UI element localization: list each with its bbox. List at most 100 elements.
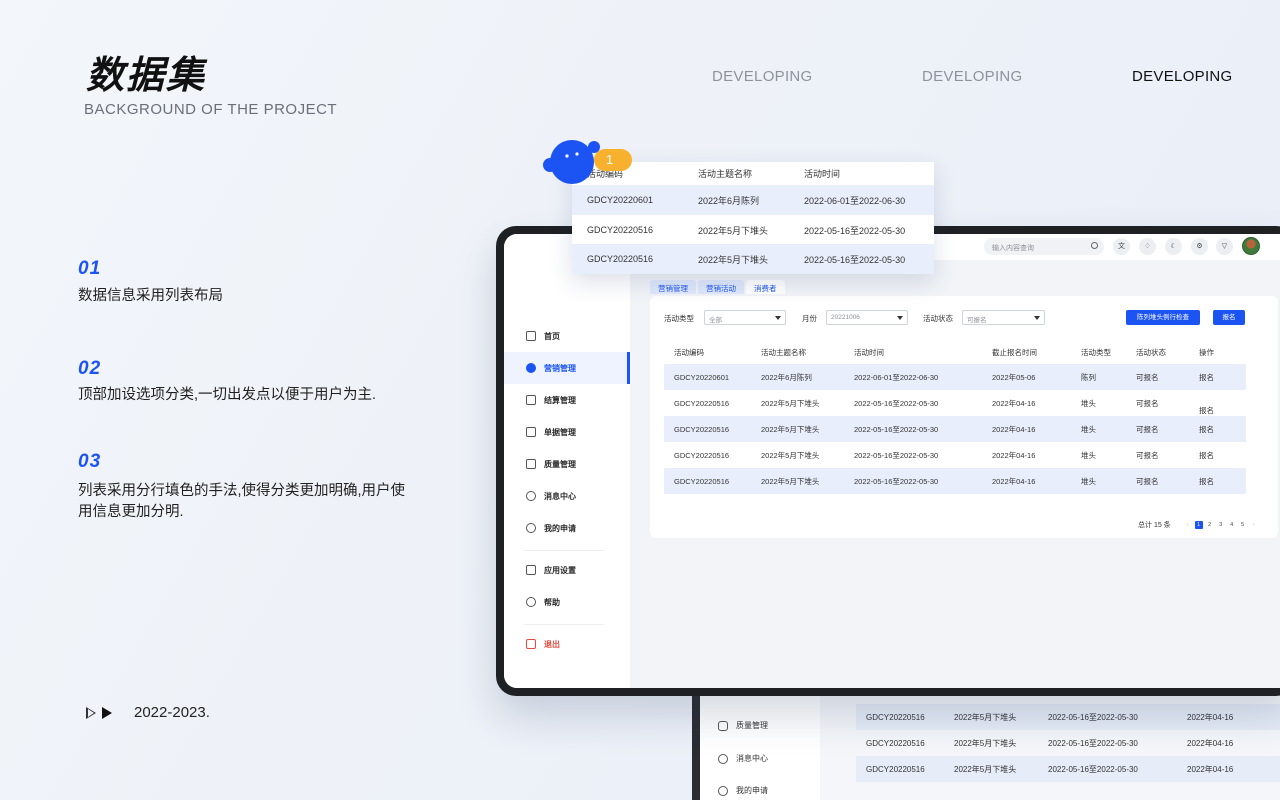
table-row[interactable]: GDCY20220516 2022年5月下堆头 2022-05-16至2022-… [664,390,1246,416]
page-button[interactable]: 1 [1194,521,1203,529]
nav-item-2[interactable]: DEVELOPING [922,68,1023,85]
filter-bar: 活动类型 全部 月份 20221006 活动状态 可报名 陈列堆头例行检查 报名 [664,310,1264,326]
sidebar-item-help[interactable]: 帮助 [504,586,630,618]
table-row[interactable]: GDCY20220516 2022年5月下堆头 2022-05-16至2022-… [664,468,1246,494]
activity-status-label: 活动状态 [923,314,953,323]
nav-item-3-active[interactable]: DEVELOPING [1132,68,1233,85]
message-icon [718,753,728,764]
sidebar-item-logout[interactable]: 退出 [504,628,630,660]
point-text-2: 顶部加设选项分类,一切出发点以便于用户为主. [78,387,377,403]
nav-item-1[interactable]: DEVELOPING [712,68,813,85]
table-row[interactable]: GDCY20220516 2022年5月下堆头 2022-05-16至2022-… [664,416,1246,442]
back-table: GDCY20220516 2022年5月下堆头 2022-05-16至2022-… [856,704,1280,782]
message-icon [526,491,536,501]
table-row[interactable]: GDCY20220516 2022年5月下堆头 2022-05-16至2022-… [856,756,1280,782]
row-signup-link[interactable]: 报名 [1199,476,1239,487]
sidebar-divider [524,624,604,625]
activity-table: 活动编码 活动主题名称 活动时间 截止报名时间 活动类型 活动状态 操作 GDC… [664,340,1246,494]
tablet-screen: 输入内容查询 文 ♢ ☾ ⚙ ▽ 首页 营销管理 结算管理 单据管理 质量管理 … [504,234,1280,688]
pie-chart-icon [526,363,536,373]
sidebar-item-settlement[interactable]: 结算管理 [504,384,630,416]
shirt-icon[interactable]: ▽ [1216,238,1233,255]
month-label: 月份 [802,314,817,323]
row-signup-link[interactable]: 报名 [1199,391,1239,416]
search-icon[interactable] [1091,242,1098,249]
table-row[interactable]: GDCY20220516 2022年5月下堆头 2022-05-16至2022-… [572,215,934,245]
play-outline-icon [86,706,96,719]
content-panel: 活动类型 全部 月份 20221006 活动状态 可报名 陈列堆头例行检查 报名… [650,296,1278,538]
page-button[interactable]: 5 [1239,521,1247,529]
mascot-icon [543,140,600,184]
bar-chart-icon [526,395,536,405]
page-title: 数据集 [86,55,207,97]
zoomed-table-card: 活动编码 活动主题名称 活动时间 GDCY20220601 2022年6月陈列 … [572,162,934,274]
sidebar-item-my-requests[interactable]: 我的申请 [504,512,630,544]
sidebar-item-home[interactable]: 首页 [504,320,630,352]
user-icon [718,785,728,796]
table-row[interactable]: GDCY20220601 2022年6月陈列 2022-06-01至2022-0… [664,364,1246,390]
row-signup-link[interactable]: 报名 [1199,372,1239,383]
page-button[interactable]: 4 [1228,521,1236,529]
page-subtitle: BACKGROUND OF THE PROJECT [84,101,338,118]
sidebar-item-messages[interactable]: 消息中心 [504,480,630,512]
pagination-total: 总计 15 条 [1138,522,1171,529]
play-filled-icon [102,706,112,719]
chevron-down-icon [775,316,781,320]
tab-consumers[interactable]: 消费者 [746,280,785,294]
tab-bar: 营销管理 营销活动 消费者 [650,280,787,294]
sidebar-item-quality[interactable]: 质量管理 [504,448,630,480]
month-select[interactable]: 20221006 [826,310,908,325]
chevron-down-icon [1034,316,1040,320]
years-text: 2022-2023. [134,704,210,721]
back-sidebar-item[interactable]: 我的申请 [718,785,768,796]
activity-type-select[interactable]: 全部 [704,310,786,325]
moon-icon[interactable]: ☾ [1165,238,1182,255]
search-input[interactable]: 输入内容查询 [984,238,1104,255]
page-button[interactable]: 3 [1217,521,1225,529]
activity-status-select[interactable]: 可报名 [962,310,1045,325]
chevron-left-icon[interactable]: ‹ [1184,521,1192,529]
chevron-right-icon[interactable]: › [1250,521,1258,529]
logout-icon [526,639,536,649]
point-text-1: 数据信息采用列表布局 [78,288,223,304]
signup-button[interactable]: 报名 [1213,310,1245,325]
sidebar-divider [524,550,604,551]
routine-check-button[interactable]: 陈列堆头例行检查 [1126,310,1200,325]
table-row[interactable]: GDCY20220516 2022年5月下堆头 2022-05-16至2022-… [572,244,934,274]
table-row[interactable]: GDCY20220516 2022年5月下堆头 2022-05-16至2022-… [856,730,1280,756]
quality-icon [526,459,536,469]
table-header: 活动编码 活动主题名称 活动时间 截止报名时间 活动类型 活动状态 操作 [674,347,1214,357]
footer-years: 2022-2023. [86,704,210,721]
translate-icon[interactable]: 文 [1113,238,1130,255]
point-number-3: 03 [78,451,102,472]
row-signup-link[interactable]: 报名 [1199,450,1239,461]
chevron-down-icon [897,316,903,320]
row-signup-link[interactable]: 报名 [1199,424,1239,435]
home-icon [526,331,536,341]
table-row[interactable]: GDCY20220516 2022年5月下堆头 2022-05-16至2022-… [664,442,1246,468]
user-icon [526,523,536,533]
avatar[interactable] [1242,237,1260,255]
settings-icon[interactable]: ⚙ [1191,238,1208,255]
tab-marketing-activities[interactable]: 营销活动 [698,280,744,294]
page-button[interactable]: 2 [1206,521,1214,529]
point-number-1: 01 [78,258,102,279]
activity-type-label: 活动类型 [664,314,694,323]
document-icon [526,427,536,437]
table-row[interactable]: GDCY20220516 2022年5月下堆头 2022-05-16至2022-… [856,704,1280,730]
pagination: 总计 15 条 ‹ 1 2 3 4 5 › [1138,520,1258,530]
apps-icon [526,565,536,575]
back-sidebar-item[interactable]: 消息中心 [718,753,768,764]
sidebar-item-app-settings[interactable]: 应用设置 [504,554,630,586]
tab-marketing-management[interactable]: 营销管理 [650,280,696,294]
sidebar-item-marketing[interactable]: 营销管理 [504,352,630,384]
sidebar-item-documents[interactable]: 单据管理 [504,416,630,448]
help-icon [526,597,536,607]
point-number-2: 02 [78,358,102,379]
bell-icon[interactable]: ♢ [1139,238,1156,255]
quality-icon [718,720,728,731]
app-sidebar: 首页 营销管理 结算管理 单据管理 质量管理 消息中心 我的申请 应用设置 帮助… [504,260,630,688]
table-row[interactable]: GDCY20220601 2022年6月陈列 2022-06-01至2022-0… [572,185,934,215]
point-text-3: 列表采用分行填色的手法,使得分类更加明确,用户使用信息更加分明. [78,483,406,520]
back-sidebar-item[interactable]: 质量管理 [718,720,768,731]
